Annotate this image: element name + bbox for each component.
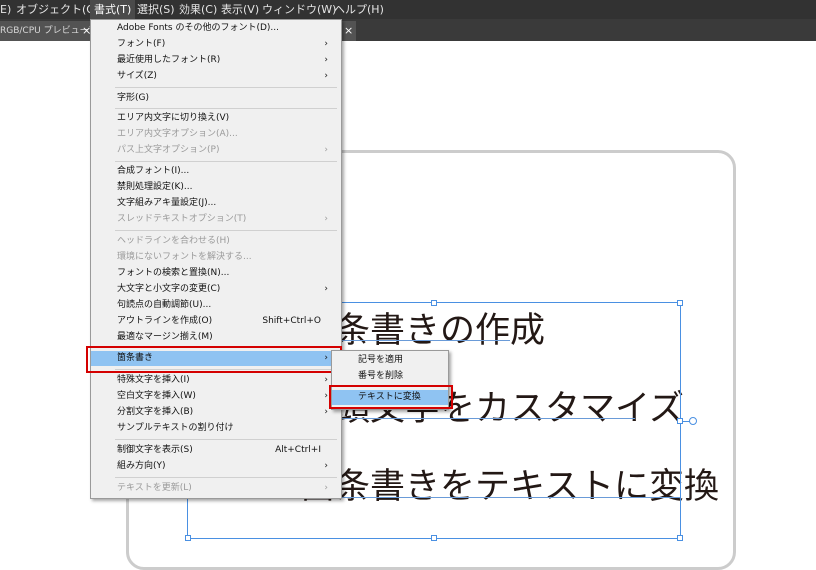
close-icon[interactable]: × bbox=[344, 21, 353, 41]
menubar-item-type[interactable]: 書式(T) bbox=[90, 0, 136, 19]
chevron-right-icon: › bbox=[324, 145, 328, 155]
annotation-highlight-convert-to-text bbox=[329, 385, 453, 409]
menu-item-insert-whitespace[interactable]: 空白文字を挿入(W) › bbox=[91, 389, 341, 404]
menu-item-show-hidden-chars[interactable]: 制御文字を表示(S) Alt+Ctrl+I bbox=[91, 443, 341, 458]
selection-handle[interactable] bbox=[677, 300, 683, 306]
menu-item-mojikumi-settings[interactable]: 文字組みアキ量設定(J)... bbox=[91, 196, 341, 211]
submenu-item-remove-numbering[interactable]: 番号を削除 bbox=[332, 369, 448, 384]
menubar-item-object[interactable]: オブジェクト(O) bbox=[16, 0, 99, 19]
menu-separator bbox=[115, 108, 337, 109]
document-tab[interactable]: RGB/CPU プレビュー) × bbox=[0, 21, 93, 41]
menu-item-smart-punctuation[interactable]: 句読点の自動調節(U)... bbox=[91, 298, 341, 313]
menu-item-update-legacy-text[interactable]: テキストを更新(L) › bbox=[91, 481, 341, 496]
menu-item-insert-break[interactable]: 分割文字を挿入(B) › bbox=[91, 405, 341, 420]
document-tab-label: RGB/CPU プレビュー) bbox=[0, 26, 93, 36]
menu-item-recent-fonts[interactable]: 最近使用したフォント(R) › bbox=[91, 53, 341, 68]
chevron-right-icon: › bbox=[324, 375, 328, 385]
menubar-item-edit[interactable]: E) bbox=[0, 0, 11, 19]
annotation-highlight-bullets bbox=[86, 346, 342, 373]
menu-item-type-orientation[interactable]: 組み方向(Y) › bbox=[91, 459, 341, 474]
menu-item-kinsoku-settings[interactable]: 禁則処理設定(K)... bbox=[91, 180, 341, 195]
menu-item-optical-margin[interactable]: 最適なマージン揃え(M) bbox=[91, 330, 341, 345]
menu-item-area-type-toggle[interactable]: エリア内文字に切り換え(V) bbox=[91, 111, 341, 126]
chevron-right-icon: › bbox=[324, 284, 328, 294]
menu-item-area-type-options[interactable]: エリア内文字オプション(A)... bbox=[91, 127, 341, 142]
chevron-right-icon: › bbox=[324, 483, 328, 493]
type-menu-dropdown: Adobe Fonts のその他のフォント(D)... フォント(F) › 最近使… bbox=[90, 19, 342, 499]
selection-handle[interactable] bbox=[431, 300, 437, 306]
out-port-handle[interactable] bbox=[689, 417, 697, 425]
selection-handle[interactable] bbox=[185, 535, 191, 541]
menu-item-fit-headline[interactable]: ヘッドラインを合わせる(H) bbox=[91, 234, 341, 249]
menu-separator bbox=[115, 477, 337, 478]
menubar-item-view[interactable]: 表示(V) bbox=[221, 0, 259, 19]
menubar-item-help[interactable]: ヘルプ(H) bbox=[334, 0, 384, 19]
menu-item-insert-special-char[interactable]: 特殊文字を挿入(I) › bbox=[91, 373, 341, 388]
menu-item-glyphs[interactable]: 字形(G) bbox=[91, 91, 341, 106]
menu-item-placeholder-text[interactable]: サンプルテキストの割り付け bbox=[91, 421, 341, 436]
menu-item-size[interactable]: サイズ(Z) › bbox=[91, 69, 341, 84]
chevron-right-icon: › bbox=[324, 71, 328, 81]
menu-separator bbox=[115, 87, 337, 88]
chevron-right-icon: › bbox=[324, 39, 328, 49]
selection-handle[interactable] bbox=[431, 535, 437, 541]
menu-separator bbox=[115, 439, 337, 440]
chevron-right-icon: › bbox=[324, 391, 328, 401]
chevron-right-icon: › bbox=[324, 461, 328, 471]
menu-separator bbox=[115, 161, 337, 162]
menu-item-change-case[interactable]: 大文字と小文字の変更(C) › bbox=[91, 282, 341, 297]
menu-item-create-outlines[interactable]: アウトラインを作成(O) Shift+Ctrl+O bbox=[91, 314, 341, 329]
chevron-right-icon: › bbox=[324, 407, 328, 417]
selection-handle[interactable] bbox=[677, 535, 683, 541]
menu-item-find-replace-font[interactable]: フォントの検索と置換(N)... bbox=[91, 266, 341, 281]
submenu-item-apply-bullets[interactable]: 記号を適用 bbox=[332, 353, 448, 368]
menu-item-adobe-fonts[interactable]: Adobe Fonts のその他のフォント(D)... bbox=[91, 21, 341, 36]
menu-item-resolve-missing-fonts[interactable]: 環境にないフォントを解決する... bbox=[91, 250, 341, 265]
document-tab-2[interactable]: × bbox=[342, 21, 356, 41]
chevron-right-icon: › bbox=[324, 55, 328, 65]
menubar-item-window[interactable]: ウィンドウ(W) bbox=[262, 0, 336, 19]
menu-item-threaded-text-options[interactable]: スレッドテキストオプション(T) › bbox=[91, 212, 341, 227]
menu-item-font[interactable]: フォント(F) › bbox=[91, 37, 341, 52]
menubar-item-effect[interactable]: 効果(C) bbox=[179, 0, 217, 19]
menu-item-path-type-options[interactable]: パス上文字オプション(P) › bbox=[91, 143, 341, 158]
menu-separator bbox=[115, 230, 337, 231]
menu-item-composite-fonts[interactable]: 合成フォント(I)... bbox=[91, 164, 341, 179]
menubar-item-select[interactable]: 選択(S) bbox=[137, 0, 175, 19]
chevron-right-icon: › bbox=[324, 214, 328, 224]
menu-bar: E) オブジェクト(O) 書式(T) 選択(S) 効果(C) 表示(V) ウィン… bbox=[0, 0, 816, 19]
